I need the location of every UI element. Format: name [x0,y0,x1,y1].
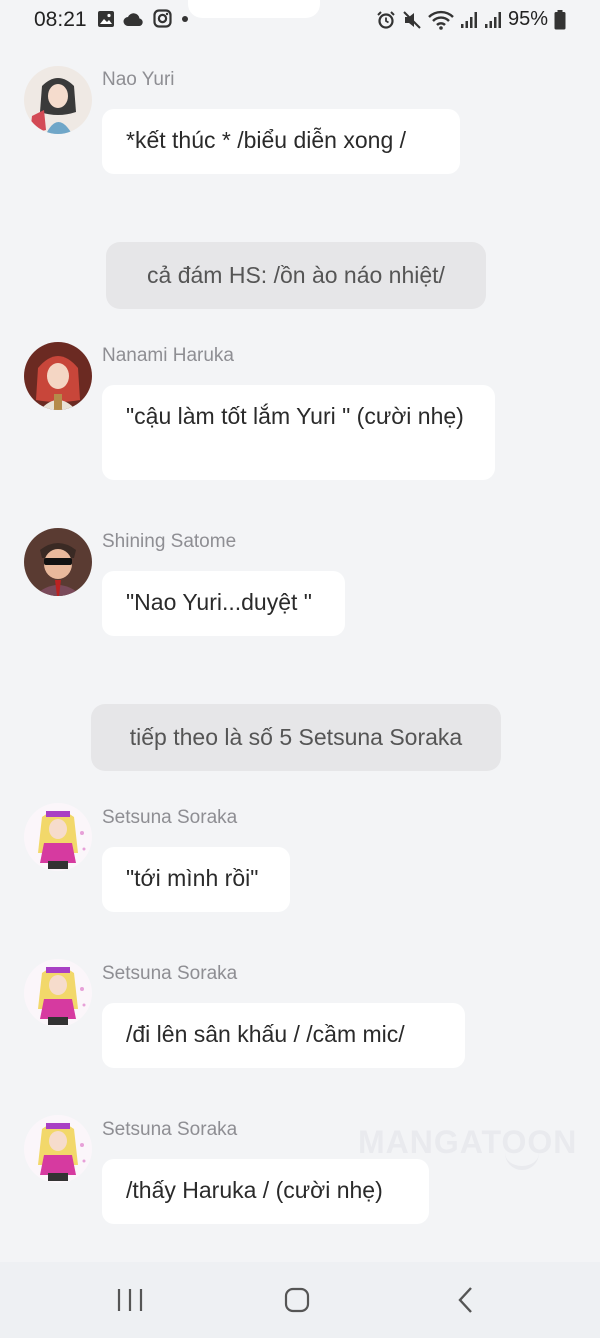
narration-text: tiếp theo là số 5 Setsuna Soraka [129,724,463,750]
message-bubble[interactable]: "tới mình rồi" [102,847,290,912]
system-icons: 95% [376,8,566,31]
dot-icon [182,15,188,22]
watermark: MANGATOON [358,1124,578,1160]
home-icon [284,1287,310,1313]
instagram-icon [153,9,172,28]
sender-name: Setsuna Soraka [102,963,238,984]
recent-apps-icon [117,1289,143,1311]
sender-name: Setsuna Soraka [102,807,238,828]
message-text: "tới mình rồi" [126,865,259,891]
message-text: /đi lên sân khấu / /cầm mic/ [126,1021,405,1047]
avatar[interactable] [24,528,92,596]
message-text: *kết thúc * /biểu diễn xong / [126,127,407,153]
notification-pill [188,0,320,18]
avatar[interactable] [24,66,92,134]
battery-icon [554,9,566,29]
back-icon [458,1287,472,1313]
battery-percent: 95% [507,8,548,30]
message-bubble[interactable]: "cậu làm tốt lắm Yuri " (cười nhẹ) [102,385,495,480]
message-text: /thấy Haruka / (cười nhẹ) [126,1177,383,1203]
wifi-icon [428,10,454,30]
mute-icon [403,10,421,29]
sender-name: Shining Satome [102,531,237,552]
narration-text: cả đám HS: /ồn ào náo nhiệt/ [147,262,445,288]
message-text: "cậu làm tốt lắm Yuri " (cười nhẹ) [126,403,464,429]
clock: 08:21 [34,8,87,31]
signal-icon [460,11,477,28]
message-bubble[interactable]: /thấy Haruka / (cười nhẹ) [102,1159,429,1224]
navigation-bar [0,1262,600,1338]
avatar[interactable] [24,803,92,871]
recent-apps-button[interactable] [110,1284,150,1316]
image-icon [98,10,114,27]
notification-icons [97,9,190,28]
message-bubble[interactable]: *kết thúc * /biểu diễn xong / [102,109,460,174]
avatar[interactable] [24,959,92,1027]
status-bar: 08:21 95% [0,0,600,42]
watermark-smile [505,1152,539,1170]
message-bubble[interactable]: "Nao Yuri...duyệt " [102,571,345,636]
sender-name: Setsuna Soraka [102,1119,238,1140]
signal-icon [484,11,501,28]
avatar[interactable] [24,342,92,410]
message-text: "Nao Yuri...duyệt " [126,589,312,615]
alarm-icon [377,10,395,29]
narration-bubble[interactable]: tiếp theo là số 5 Setsuna Soraka [91,704,501,771]
cloud-icon [123,12,143,26]
back-button[interactable] [446,1284,486,1316]
sender-name: Nao Yuri [102,69,175,90]
narration-bubble[interactable]: cả đám HS: /ồn ào náo nhiệt/ [106,242,486,309]
sender-name: Nanami Haruka [102,345,234,366]
home-button[interactable] [277,1284,317,1316]
avatar[interactable] [24,1115,92,1183]
message-bubble[interactable]: /đi lên sân khấu / /cầm mic/ [102,1003,465,1068]
